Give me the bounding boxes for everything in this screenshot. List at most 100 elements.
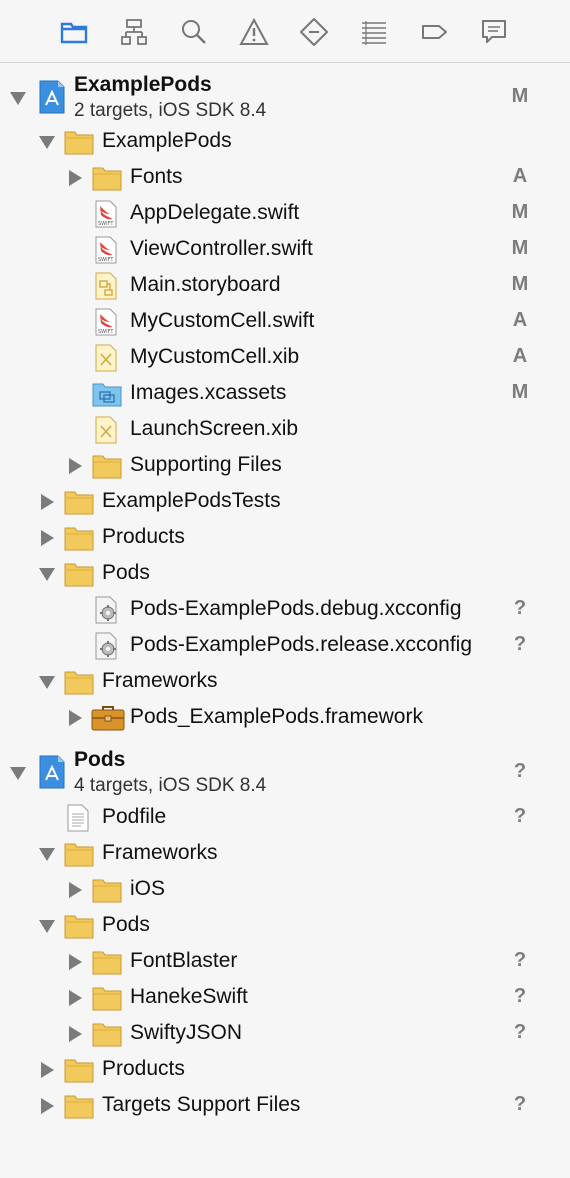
svg-text:SWIFT: SWIFT	[98, 329, 114, 335]
file-row-images-xcassets[interactable]: Images.xcassets M	[0, 376, 570, 412]
project-row-pods[interactable]: Pods 4 targets, iOS SDK 8.4 ?	[0, 745, 570, 797]
status-badge: M	[511, 85, 529, 107]
disclosure-closed-icon[interactable]	[69, 990, 82, 1006]
folder-icon	[92, 948, 122, 976]
disclosure-open-icon[interactable]	[39, 848, 55, 861]
group-label: Pods	[102, 561, 150, 584]
status-badge: M	[511, 201, 529, 223]
test-diamond-icon[interactable]	[295, 13, 333, 51]
text-file-icon	[66, 804, 90, 832]
group-label: Products	[102, 1057, 185, 1080]
group-row-products[interactable]: Products	[0, 520, 570, 556]
group-label: Frameworks	[102, 669, 218, 692]
file-row-podfile[interactable]: Podfile ?	[0, 800, 570, 836]
project-row-examplepods[interactable]: ExamplePods 2 targets, iOS SDK 8.4 M	[0, 70, 570, 122]
file-label: ViewController.swift	[130, 237, 313, 260]
xcode-project-icon	[38, 80, 66, 114]
group-row-ios[interactable]: iOS	[0, 872, 570, 908]
status-badge: ?	[513, 949, 527, 971]
folder-icon	[64, 1092, 94, 1120]
folder-icon	[64, 912, 94, 940]
group-row-supporting-files[interactable]: Supporting Files	[0, 448, 570, 484]
svg-text:SWIFT: SWIFT	[98, 221, 114, 227]
disclosure-closed-icon[interactable]	[41, 1098, 54, 1114]
group-row-frameworks[interactable]: Frameworks	[0, 664, 570, 700]
disclosure-open-icon[interactable]	[10, 92, 26, 105]
folder-icon	[92, 876, 122, 904]
disclosure-closed-icon[interactable]	[69, 882, 82, 898]
group-row-fontblaster[interactable]: FontBlaster ?	[0, 944, 570, 980]
disclosure-closed-icon[interactable]	[41, 494, 54, 510]
group-row-products[interactable]: Products	[0, 1052, 570, 1088]
disclosure-closed-icon[interactable]	[69, 710, 82, 726]
search-icon[interactable]	[175, 13, 213, 51]
file-row-mycustomcell-swift[interactable]: SWIFT MyCustomCell.swift A	[0, 304, 570, 340]
group-row-fonts[interactable]: Fonts A	[0, 160, 570, 196]
swift-file-icon: SWIFT	[94, 236, 118, 264]
status-badge: ?	[513, 633, 527, 655]
group-row-pods[interactable]: Pods	[0, 556, 570, 592]
disclosure-open-icon[interactable]	[39, 920, 55, 933]
status-badge: ?	[513, 985, 527, 1007]
file-row-mycustomcell-xib[interactable]: MyCustomCell.xib A	[0, 340, 570, 376]
status-badge: M	[511, 273, 529, 295]
file-label: MyCustomCell.xib	[130, 345, 300, 368]
disclosure-closed-icon[interactable]	[69, 954, 82, 970]
disclosure-closed-icon[interactable]	[69, 1026, 82, 1042]
file-row-launchscreen-xib[interactable]: LaunchScreen.xib	[0, 412, 570, 448]
folder-icon	[64, 668, 94, 696]
file-row-debug-xcconfig[interactable]: Pods-ExamplePods.debug.xcconfig ?	[0, 592, 570, 628]
disclosure-closed-icon[interactable]	[69, 170, 82, 186]
disclosure-closed-icon[interactable]	[41, 1062, 54, 1078]
list-icon[interactable]	[355, 13, 393, 51]
group-row-pods[interactable]: Pods	[0, 908, 570, 944]
folder-icon[interactable]	[55, 13, 93, 51]
disclosure-closed-icon[interactable]	[41, 530, 54, 546]
warning-icon[interactable]	[235, 13, 273, 51]
storyboard-file-icon	[94, 272, 118, 300]
breakpoint-icon[interactable]	[415, 13, 453, 51]
group-label: FontBlaster	[130, 949, 238, 972]
disclosure-open-icon[interactable]	[39, 568, 55, 581]
file-row-appdelegate[interactable]: SWIFT AppDelegate.swift M	[0, 196, 570, 232]
group-label: Pods	[102, 913, 150, 936]
file-label: Pods-ExamplePods.release.xcconfig	[130, 633, 473, 656]
group-label: SwiftyJSON	[130, 1021, 243, 1044]
group-row-frameworks[interactable]: Frameworks	[0, 836, 570, 872]
folder-icon	[64, 840, 94, 868]
asset-catalog-icon	[92, 380, 122, 408]
xib-file-icon	[94, 416, 118, 444]
status-badge: ?	[513, 597, 527, 619]
hierarchy-icon[interactable]	[115, 13, 153, 51]
file-label: Pods_ExamplePods.framework	[130, 705, 423, 728]
file-row-viewcontroller[interactable]: SWIFT ViewController.swift M	[0, 232, 570, 268]
file-label: Podfile	[102, 805, 167, 828]
status-badge: M	[511, 237, 529, 259]
file-label: LaunchScreen.xib	[130, 417, 299, 440]
group-row-targets-support-files[interactable]: Targets Support Files ?	[0, 1088, 570, 1124]
group-row-hanekeswift[interactable]: HanekeSwift ?	[0, 980, 570, 1016]
disclosure-open-icon[interactable]	[39, 676, 55, 689]
status-badge: A	[512, 345, 528, 367]
folder-icon	[64, 1056, 94, 1084]
group-row-examplepodstests[interactable]: ExamplePodsTests	[0, 484, 570, 520]
status-badge: A	[512, 309, 528, 331]
file-row-release-xcconfig[interactable]: Pods-ExamplePods.release.xcconfig ?	[0, 628, 570, 664]
file-label: MyCustomCell.swift	[130, 309, 315, 332]
xcconfig-file-icon	[94, 632, 122, 660]
disclosure-open-icon[interactable]	[10, 767, 26, 780]
comment-icon[interactable]	[475, 13, 513, 51]
disclosure-closed-icon[interactable]	[69, 458, 82, 474]
group-label: HanekeSwift	[130, 985, 248, 1008]
file-row-main-storyboard[interactable]: Main.storyboard M	[0, 268, 570, 304]
status-badge: ?	[513, 760, 527, 782]
file-row-pods-framework[interactable]: Pods_ExamplePods.framework	[0, 700, 570, 736]
status-badge: ?	[513, 805, 527, 827]
file-label: Main.storyboard	[130, 273, 281, 296]
disclosure-open-icon[interactable]	[39, 136, 55, 149]
group-row-swiftyjson[interactable]: SwiftyJSON ?	[0, 1016, 570, 1052]
group-label: Fonts	[130, 165, 183, 188]
group-row-examplepods[interactable]: ExamplePods	[0, 124, 570, 160]
group-label: ExamplePodsTests	[102, 489, 281, 512]
folder-icon	[92, 452, 122, 480]
